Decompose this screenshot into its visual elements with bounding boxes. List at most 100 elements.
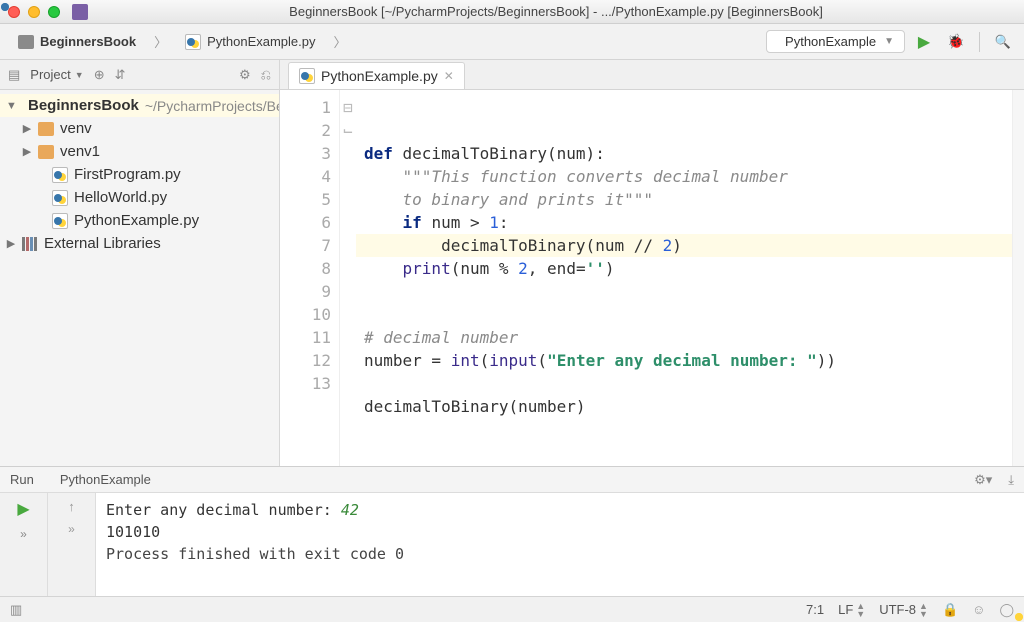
lock-icon[interactable]: 🔒: [942, 602, 958, 618]
tree-item-label: HelloWorld.py: [74, 189, 167, 206]
inspector-icon[interactable]: ☺: [972, 602, 985, 617]
python-file-icon: [52, 213, 68, 229]
file-encoding[interactable]: UTF-8▲▼: [879, 602, 928, 618]
tree-file-firstprogram[interactable]: FirstProgram.py: [0, 163, 279, 186]
editor-area: PythonExample.py ✕ 1 2 3 4 5 6 7 8 9 10 …: [280, 60, 1024, 466]
python-file-icon: [52, 190, 68, 206]
run-config-label: PythonExample: [785, 34, 876, 49]
titlebar: BeginnersBook [~/PycharmProjects/Beginne…: [0, 0, 1024, 24]
breadcrumb-project[interactable]: BeginnersBook: [8, 30, 146, 53]
window-title: BeginnersBook [~/PycharmProjects/Beginne…: [96, 4, 1016, 19]
tree-file-helloworld[interactable]: HelloWorld.py: [0, 186, 279, 209]
chevron-right-icon: 〉: [334, 32, 347, 51]
more-button[interactable]: »: [68, 522, 75, 536]
run-actions-left-2: ↑ »: [48, 493, 96, 596]
more-button[interactable]: »: [20, 527, 27, 541]
maximize-window-icon[interactable]: [48, 6, 60, 18]
breadcrumb-project-label: BeginnersBook: [40, 34, 136, 49]
tree-root-path: ~/PycharmProjects/BeginnersBook: [145, 98, 279, 114]
run-header: Run PythonExample ⚙▾ ⤓: [0, 467, 1024, 493]
export-icon[interactable]: ⤓: [1008, 472, 1014, 488]
up-button[interactable]: ↑: [68, 499, 75, 514]
project-tool-header: ▤ Project ▼ ⊕ ⇵ ⚙ ⎌: [0, 60, 279, 90]
close-tab-icon[interactable]: ✕: [444, 69, 454, 83]
run-actions-left: ▶ »: [0, 493, 48, 596]
caret-down-icon: ▼: [75, 70, 84, 80]
gear-icon[interactable]: ⚙▾: [974, 472, 992, 488]
code-editor[interactable]: 1 2 3 4 5 6 7 8 9 10 11 12 13 ⊟ ⌙ def de…: [280, 90, 1024, 466]
caret-position[interactable]: 7:1: [806, 602, 824, 617]
status-bar: ▥ 7:1 LF▲▼ UTF-8▲▼ 🔒 ☺ ◯: [0, 596, 1024, 622]
console-line: Process finished with exit code 0: [106, 543, 1014, 565]
tree-item-label: External Libraries: [44, 235, 161, 252]
run-config-selector[interactable]: PythonExample ▼: [766, 30, 905, 53]
chevron-right-icon: 〉: [154, 32, 167, 51]
tree-item-label: PythonExample.py: [74, 212, 199, 229]
console-line: Enter any decimal number: 42: [106, 499, 1014, 521]
editor-scrollbar[interactable]: [1012, 90, 1024, 466]
run-config-name: PythonExample: [60, 472, 151, 487]
app-icon: [72, 4, 88, 20]
tree-collapse-icon[interactable]: ▶: [22, 145, 32, 158]
line-gutter[interactable]: 1 2 3 4 5 6 7 8 9 10 11 12 13: [280, 90, 340, 466]
hide-icon[interactable]: ⎌: [261, 67, 271, 83]
project-view-label: Project: [30, 67, 70, 82]
bug-icon: 🐞: [947, 33, 964, 50]
feedback-icon[interactable]: ◯: [999, 602, 1014, 618]
breadcrumb-file-label: PythonExample.py: [207, 34, 315, 49]
run-label: Run: [10, 472, 34, 487]
nav-toolbar: BeginnersBook 〉 PythonExample.py 〉 Pytho…: [0, 24, 1024, 60]
close-window-icon[interactable]: [8, 6, 20, 18]
project-tree[interactable]: ▼ BeginnersBook ~/PycharmProjects/Beginn…: [0, 90, 279, 259]
divider: [979, 32, 980, 52]
tree-collapse-icon[interactable]: ▶: [22, 122, 32, 135]
project-tool-window: ▤ Project ▼ ⊕ ⇵ ⚙ ⎌ ▼ BeginnersBook ~/Py…: [0, 60, 280, 466]
project-view-selector[interactable]: Project ▼: [30, 67, 83, 82]
tree-external-libraries[interactable]: ▶ External Libraries: [0, 232, 279, 255]
tree-root-name: BeginnersBook: [28, 97, 139, 114]
play-icon: ▶: [918, 32, 930, 52]
window-controls: [8, 6, 60, 18]
minimize-window-icon[interactable]: [28, 6, 40, 18]
tree-item-label: venv1: [60, 143, 100, 160]
gear-icon[interactable]: ⚙: [239, 67, 251, 83]
status-tool-icon[interactable]: ▥: [10, 602, 22, 618]
run-button[interactable]: ▶: [911, 29, 937, 55]
folder-icon: [18, 35, 34, 49]
python-file-icon: [52, 167, 68, 183]
python-file-icon: [40, 473, 54, 487]
line-separator[interactable]: LF▲▼: [838, 602, 865, 618]
search-button[interactable]: 🔍: [990, 29, 1016, 55]
editor-tab-label: PythonExample.py: [321, 68, 438, 84]
search-icon: 🔍: [995, 34, 1011, 50]
run-console[interactable]: Enter any decimal number: 42 101010 Proc…: [96, 493, 1024, 596]
debug-button[interactable]: 🐞: [943, 29, 969, 55]
breadcrumb-file[interactable]: PythonExample.py: [175, 30, 325, 54]
fold-end-icon[interactable]: ⌙: [340, 119, 356, 142]
editor-tabs: PythonExample.py ✕: [280, 60, 1024, 90]
project-view-icon: ▤: [8, 67, 20, 83]
editor-tab-active[interactable]: PythonExample.py ✕: [288, 62, 465, 89]
caret-down-icon: ▼: [884, 36, 894, 47]
run-tool-window: Run PythonExample ⚙▾ ⤓ ▶ » ↑ » Enter any…: [0, 466, 1024, 596]
collapse-icon[interactable]: ⇵: [115, 67, 126, 83]
fold-gutter[interactable]: ⊟ ⌙: [340, 90, 356, 466]
console-line: 101010: [106, 521, 1014, 543]
python-file-icon: [299, 68, 315, 84]
tree-item-label: FirstProgram.py: [74, 166, 181, 183]
tree-file-pythonexample[interactable]: PythonExample.py: [0, 209, 279, 232]
python-file-icon: [185, 34, 201, 50]
rerun-button[interactable]: ▶: [17, 499, 29, 519]
external-libraries-icon: [22, 237, 38, 251]
tree-expand-icon[interactable]: ▼: [6, 100, 16, 112]
folder-icon: [38, 122, 54, 136]
code-content[interactable]: def decimalToBinary(num): """This functi…: [356, 90, 1012, 466]
folder-icon: [38, 145, 54, 159]
tree-root[interactable]: ▼ BeginnersBook ~/PycharmProjects/Beginn…: [0, 94, 279, 117]
tree-collapse-icon[interactable]: ▶: [6, 237, 16, 250]
tree-item-label: venv: [60, 120, 92, 137]
fold-icon[interactable]: ⊟: [340, 96, 356, 119]
target-icon[interactable]: ⊕: [94, 67, 105, 83]
tree-folder-venv1[interactable]: ▶ venv1: [0, 140, 279, 163]
tree-folder-venv[interactable]: ▶ venv: [0, 117, 279, 140]
